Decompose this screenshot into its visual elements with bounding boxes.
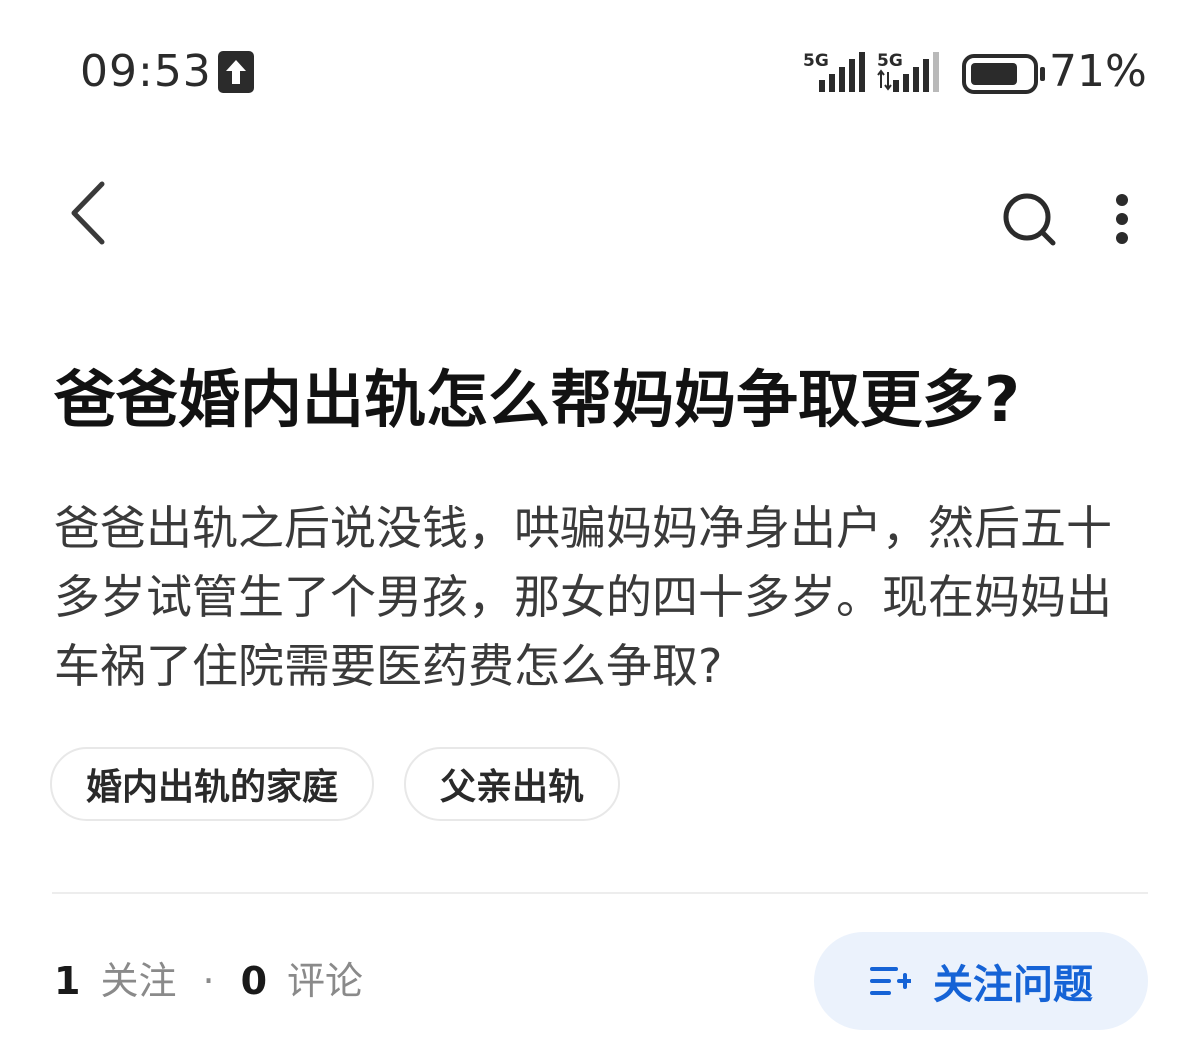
stats-separator: · <box>202 959 215 1003</box>
more-options-button[interactable] <box>1102 184 1142 254</box>
follow-question-label: 关注问题 <box>933 962 1093 1008</box>
back-chevron-icon <box>71 181 105 245</box>
status-time: 09:53 <box>80 46 212 97</box>
network-label-1: 5G <box>803 51 829 71</box>
topic-tag[interactable]: 父亲出轨 <box>404 747 621 821</box>
battery-percentage: 71% <box>1049 46 1147 97</box>
more-vertical-icon <box>1116 194 1128 244</box>
comments-label[interactable]: 评论 <box>287 955 363 1007</box>
divider <box>52 892 1148 894</box>
followers-count: 1 <box>54 959 81 1003</box>
question-stats: 1 关注 · 0 评论 <box>54 955 363 1007</box>
search-icon <box>1003 193 1056 246</box>
comments-count[interactable]: 0 <box>241 955 267 1007</box>
signal-icon: 5G <box>803 50 867 92</box>
follow-add-icon <box>869 963 913 999</box>
signal-icon: 5G <box>877 50 941 92</box>
search-button[interactable] <box>996 186 1062 252</box>
followers-label: 关注 <box>100 959 177 1003</box>
battery-icon <box>962 54 1048 94</box>
topic-tags: 婚内出轨的家庭 父亲出轨 <box>50 747 621 821</box>
network-label-2: 5G <box>877 51 903 71</box>
back-button[interactable] <box>56 170 126 254</box>
question-detail[interactable]: 爸爸出轨之后说没钱，哄骗妈妈净身出户，然后五十多岁试管生了个男孩，那女的四十多岁… <box>54 494 1146 701</box>
upload-icon <box>218 51 254 93</box>
follow-question-button[interactable]: 关注问题 <box>814 932 1148 1030</box>
question-title: 爸爸婚内出轨怎么帮妈妈争取更多? <box>54 363 1020 436</box>
topic-tag[interactable]: 婚内出轨的家庭 <box>50 747 375 821</box>
